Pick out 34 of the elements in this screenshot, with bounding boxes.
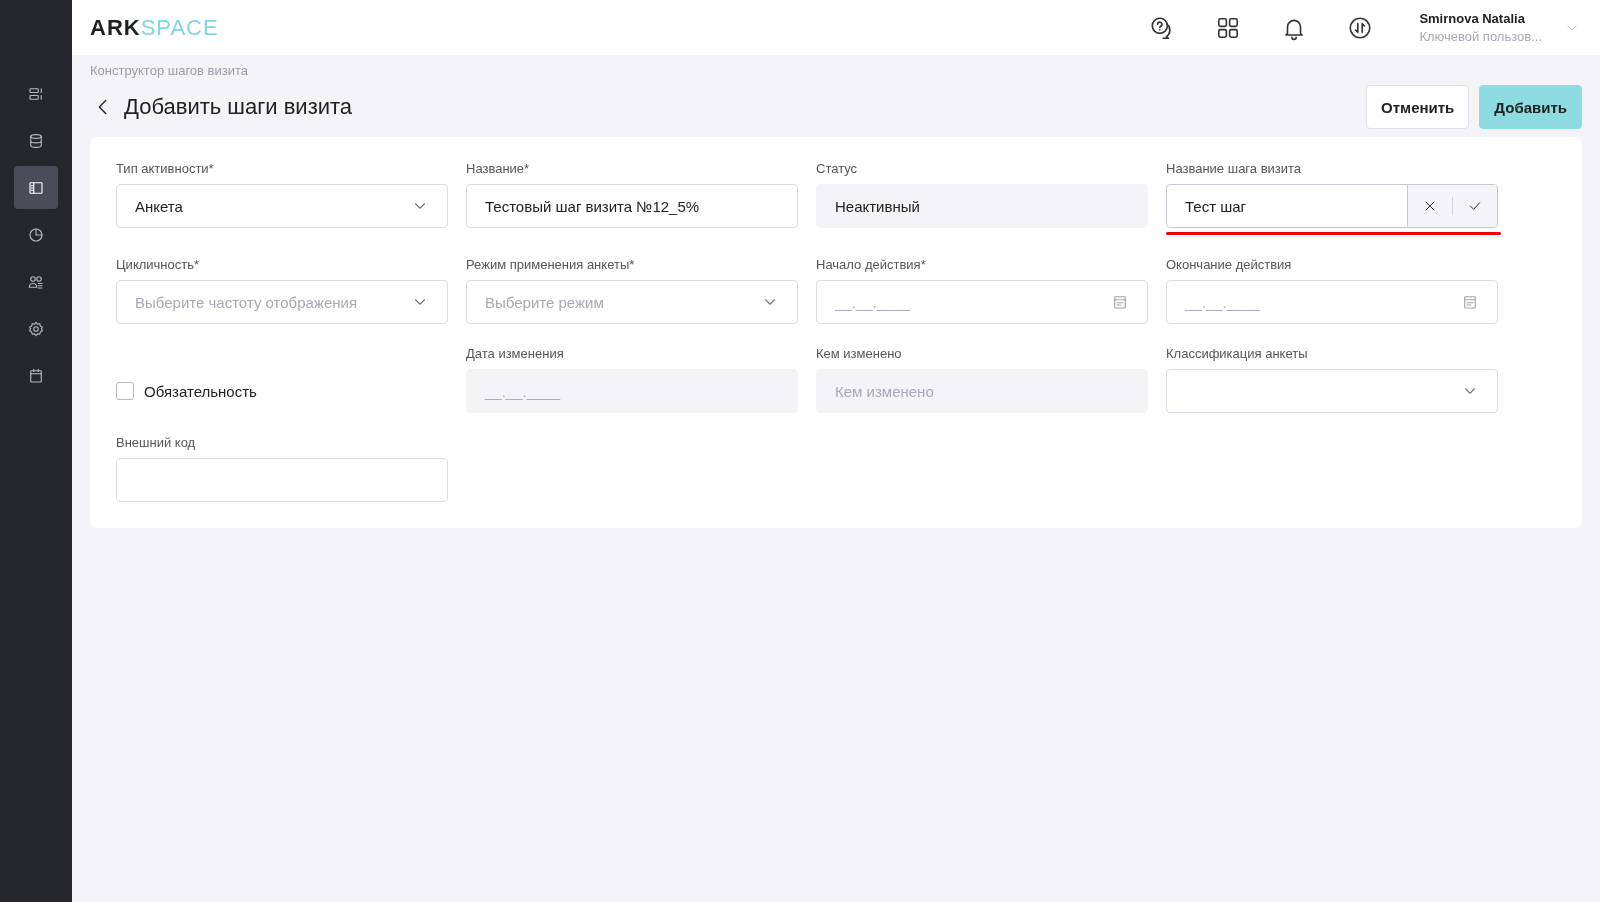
field-label: Тип активности* (116, 161, 214, 176)
calendar-icon (1111, 293, 1129, 311)
user-menu[interactable]: Smirnova Natalia Ключевой пользов... (1419, 11, 1580, 44)
readonly-field: Неактивный (816, 184, 1148, 228)
page-title: Добавить шаги визита (124, 94, 353, 120)
checkbox-label: Обязательность (144, 382, 257, 400)
add-button[interactable]: Добавить (1479, 85, 1582, 129)
field-label: Окончание действия (1166, 257, 1292, 272)
calendar-icon (1461, 293, 1479, 311)
user-name: Smirnova Natalia (1419, 11, 1526, 26)
readonly-field: __.__.____ (466, 369, 798, 413)
field-label: Кем изменено (816, 346, 902, 361)
field-label: Режим применения анкеты* (466, 257, 635, 272)
field-label: Внешний код (116, 435, 196, 450)
dropdown[interactable]: Анкета (116, 184, 448, 228)
cancel-button[interactable]: Отменить (1366, 85, 1470, 129)
logo: ARKSPACE (90, 14, 219, 41)
sidebar-item[interactable] (14, 166, 58, 209)
field-label: Классификация анкеты (1166, 346, 1308, 361)
user-role: Ключевой пользов... (1419, 29, 1542, 44)
calendar-icon (27, 366, 45, 385)
database-icon (27, 131, 45, 150)
checkbox[interactable] (116, 382, 134, 400)
field-label: Дата изменения (466, 346, 564, 361)
input-field[interactable] (116, 458, 448, 502)
field-label: Название шага визита (1166, 161, 1302, 176)
field-label: Статус (816, 161, 858, 176)
settings-icon (27, 319, 45, 338)
input-field[interactable]: Тестовый шаг визита №12_5% (466, 184, 798, 228)
field-label: Начало действия* (816, 257, 926, 272)
field-label: Цикличность* (116, 257, 200, 272)
readonly-field: Кем изменено (816, 369, 1148, 413)
field-label: Название* (466, 161, 530, 176)
pie-chart-icon (27, 225, 45, 244)
